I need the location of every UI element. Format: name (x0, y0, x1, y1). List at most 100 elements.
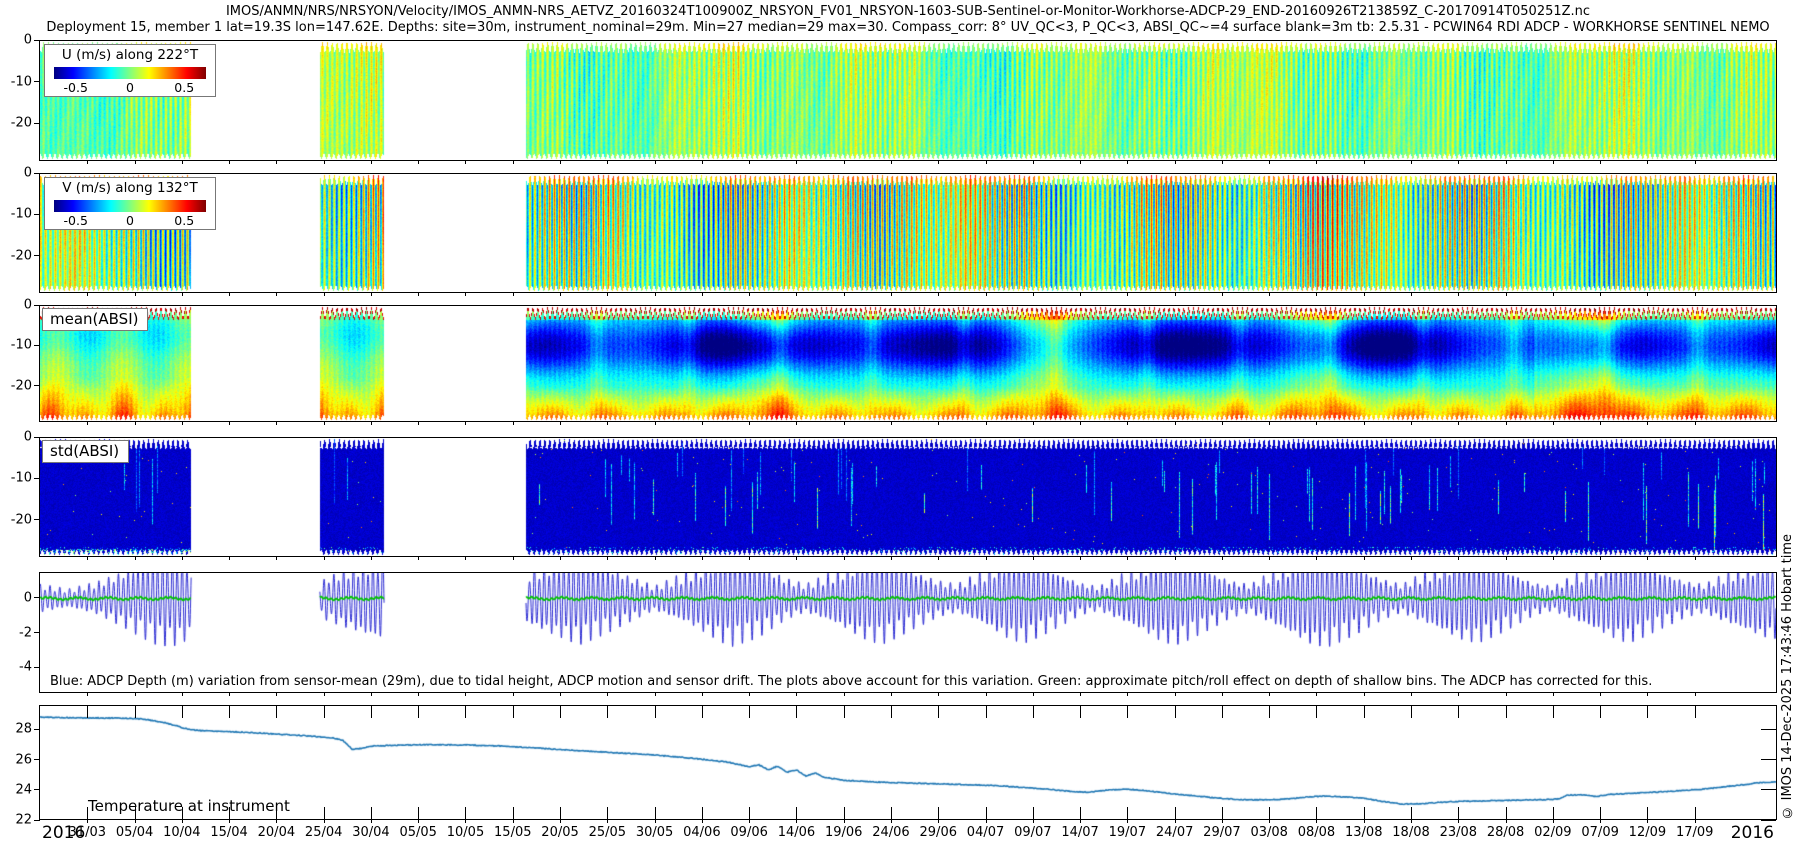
x-tick-mark (87, 161, 88, 164)
x-tick-mark (607, 820, 608, 823)
x-tick-mark (1506, 422, 1507, 425)
x-tick-mark (655, 293, 656, 296)
x-tick-mark (560, 820, 561, 823)
x-tick-mark (513, 293, 514, 296)
x-tick-mark (1695, 807, 1696, 819)
x-tick-mark (182, 820, 183, 823)
x-tick-mark (1127, 422, 1128, 425)
x-tick-mark (560, 557, 561, 560)
mean-absi-panel: mean(ABSI) (39, 305, 1777, 422)
x-tick-mark (1222, 706, 1223, 718)
figure-subtitle: Deployment 15, member 1 lat=19.3S lon=14… (40, 20, 1776, 35)
std-absi-heatmap-canvas (40, 438, 1776, 556)
x-tick-mark (796, 293, 797, 296)
x-tick-mark (796, 693, 797, 696)
x-tick-mark (1316, 807, 1317, 819)
x-tick-mark (1316, 693, 1317, 696)
colorbar-tick-labels: -0.5 0 0.5 (54, 80, 206, 94)
x-tick-mark (1033, 693, 1034, 696)
y-tick-label: -10 (0, 207, 32, 222)
x-tick-mark (607, 706, 608, 718)
colorbar-tick-label: 0 (126, 213, 134, 228)
y-tick-label: 28 (0, 722, 32, 737)
x-tick-mark (1411, 293, 1412, 296)
x-tick-mark (465, 807, 466, 819)
x-tick-mark (796, 161, 797, 164)
u-velocity-heatmap-canvas (40, 41, 1776, 160)
x-tick-mark (844, 807, 845, 819)
y-tick-label: -10 (0, 74, 32, 89)
x-tick-mark (702, 293, 703, 296)
y-tick-mark (34, 345, 40, 346)
colorbar-tick-label: -0.5 (64, 80, 88, 95)
x-tick-mark (1600, 557, 1601, 560)
y-tick-label: -20 (0, 116, 32, 131)
y-tick-mark (34, 81, 40, 82)
x-tick-mark (276, 161, 277, 164)
x-tick-mark (1080, 820, 1081, 823)
x-tick-mark (1269, 557, 1270, 560)
x-tick-mark (938, 807, 939, 819)
x-tick-mark (1411, 693, 1412, 696)
x-tick-mark (1458, 820, 1459, 823)
y-tick-label: 22 (0, 813, 32, 828)
x-tick-mark (702, 693, 703, 696)
x-tick-mark (749, 807, 750, 819)
x-tick-mark (1600, 807, 1601, 819)
x-tick-mark (1411, 820, 1412, 823)
x-tick-mark (1695, 557, 1696, 560)
y-tick-label: -4 (0, 660, 32, 675)
x-tick-mark (513, 820, 514, 823)
x-tick-mark (371, 293, 372, 296)
x-tick-mark (702, 706, 703, 718)
x-tick-mark (1553, 706, 1554, 718)
x-tick-mark (1269, 706, 1270, 718)
mean-absi-label: mean(ABSI) (42, 308, 148, 331)
x-tick-mark (324, 161, 325, 164)
x-tick-mark (465, 557, 466, 560)
x-tick-mark (1364, 422, 1365, 425)
x-tick-mark (465, 422, 466, 425)
x-tick-mark (182, 293, 183, 296)
x-tick-mark (844, 706, 845, 718)
x-tick-mark (1647, 161, 1648, 164)
x-tick-mark (891, 820, 892, 823)
x-tick-mark (1269, 807, 1270, 819)
x-tick-mark (986, 557, 987, 560)
x-tick-mark (276, 820, 277, 823)
x-tick-mark (513, 706, 514, 718)
x-tick-mark (418, 422, 419, 425)
x-tick-mark (418, 820, 419, 823)
colorbar-tick-labels: -0.5 0 0.5 (54, 213, 206, 227)
x-tick-mark (276, 693, 277, 696)
y-tick-label: -10 (0, 471, 32, 486)
x-tick-mark (182, 422, 183, 425)
x-tick-mark (1175, 820, 1176, 823)
x-tick-mark (702, 422, 703, 425)
x-tick-mark (1175, 293, 1176, 296)
x-tick-mark (938, 557, 939, 560)
x-tick-mark (1316, 293, 1317, 296)
x-tick-mark (1553, 161, 1554, 164)
x-tick-mark (891, 557, 892, 560)
y-tick-label: -20 (0, 248, 32, 263)
x-tick-mark (655, 820, 656, 823)
x-tick-mark (1506, 557, 1507, 560)
x-tick-mark (1127, 807, 1128, 819)
y-tick-mark (1761, 729, 1776, 730)
y-tick-mark (34, 478, 40, 479)
x-tick-mark (513, 161, 514, 164)
x-tick-mark (371, 422, 372, 425)
x-tick-mark (1553, 693, 1554, 696)
x-tick-mark (1316, 422, 1317, 425)
x-tick-mark (1127, 557, 1128, 560)
x-tick-mark (891, 293, 892, 296)
y-tick-mark (34, 214, 40, 215)
x-tick-mark (986, 706, 987, 718)
x-tick-mark (87, 557, 88, 560)
x-tick-mark (1458, 161, 1459, 164)
x-tick-mark (1695, 820, 1696, 823)
x-tick-mark (1553, 422, 1554, 425)
x-tick-mark (1364, 557, 1365, 560)
x-tick-mark (655, 807, 656, 819)
